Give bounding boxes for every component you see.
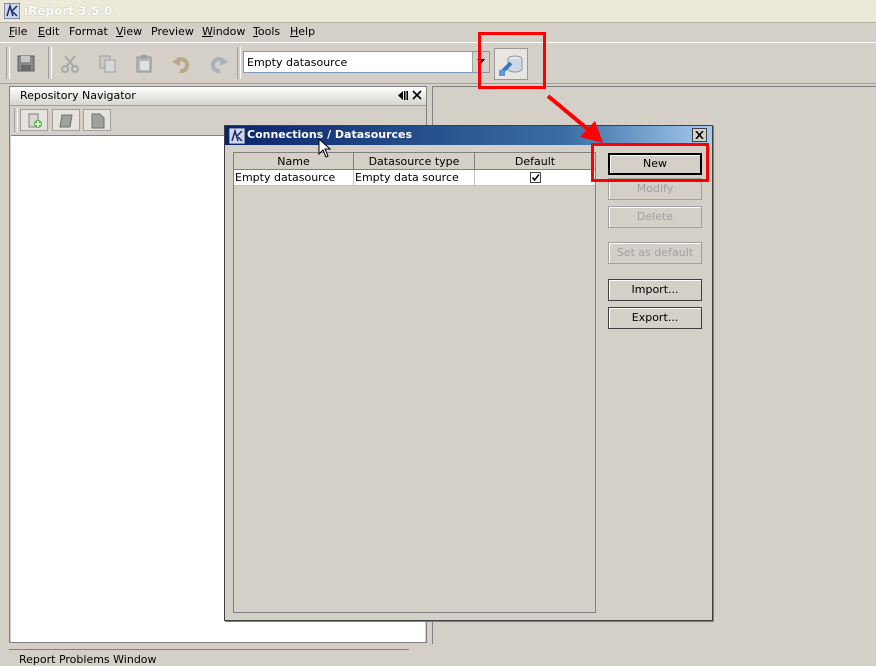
highlight-connections-button — [478, 32, 546, 89]
checkmark-icon — [531, 174, 540, 182]
toolbar-grip — [14, 108, 18, 132]
dialog-close-button[interactable] — [692, 128, 707, 142]
menu-format[interactable]: Format — [69, 25, 108, 38]
minimize-panel-icon[interactable] — [396, 90, 408, 104]
datasource-select-value: Empty datasource — [247, 56, 348, 69]
menu-file[interactable]: File — [9, 25, 27, 38]
redo-button[interactable] — [203, 49, 233, 79]
add-server-icon — [28, 113, 42, 128]
menu-preview[interactable]: Preview — [151, 25, 194, 38]
toolbar-separator — [237, 47, 241, 79]
table-cell-datasource-type[interactable]: Empty data source — [354, 170, 475, 186]
datasource-select[interactable]: Empty datasource — [243, 51, 490, 73]
repository-document-button[interactable] — [83, 109, 111, 131]
ireport-app-icon — [228, 127, 246, 145]
column-header-name[interactable]: Name — [234, 153, 354, 170]
document-icon — [91, 113, 105, 129]
import-button[interactable]: Import... — [608, 279, 702, 301]
repository-navigator-title: Repository Navigator — [20, 89, 136, 102]
report-problems-window-tab[interactable]: Report Problems Window — [9, 649, 409, 666]
add-server-button[interactable] — [20, 109, 48, 131]
cut-icon — [61, 55, 79, 73]
connections-dialog: Connections / Datasources Name Datasourc… — [224, 125, 713, 621]
toolbar-grip — [6, 47, 10, 79]
window-titlebar: iReport 3.5.0 — [0, 0, 876, 23]
menu-view[interactable]: View — [116, 25, 142, 38]
main-toolbar: Empty datasource — [0, 42, 876, 84]
paste-icon — [136, 55, 152, 73]
copy-icon — [99, 55, 116, 73]
menu-window[interactable]: Window — [202, 25, 245, 38]
undo-button[interactable] — [167, 49, 197, 79]
cut-button[interactable] — [55, 49, 85, 79]
close-icon — [695, 131, 704, 139]
repository-folder-button[interactable] — [52, 109, 80, 131]
menu-bar: File Edit Format View Preview Window Too… — [0, 22, 876, 42]
red-arrow-icon — [546, 94, 603, 143]
repository-navigator-header: Repository Navigator — [10, 87, 426, 106]
report-problems-window-title: Report Problems Window — [19, 653, 157, 666]
paste-button[interactable] — [130, 49, 160, 79]
mouse-cursor-icon — [318, 138, 332, 158]
column-header-datasource-type[interactable]: Datasource type — [354, 153, 475, 170]
menu-edit[interactable]: Edit — [38, 25, 59, 38]
menu-help[interactable]: Help — [290, 25, 315, 38]
column-header-default[interactable]: Default — [475, 153, 595, 170]
redo-icon — [210, 57, 228, 74]
table-cell-name[interactable]: Empty datasource — [234, 170, 354, 186]
window-title: iReport 3.5.0 — [24, 4, 113, 18]
toolbar-separator — [48, 47, 52, 79]
set-as-default-button[interactable]: Set as default — [608, 242, 702, 264]
menu-tools[interactable]: Tools — [253, 25, 280, 38]
save-button[interactable] — [12, 49, 42, 79]
default-checkbox[interactable] — [530, 172, 541, 183]
datasource-table: Name Datasource type Default Empty datas… — [233, 152, 596, 613]
delete-button[interactable]: Delete — [608, 206, 702, 228]
highlight-new-button — [591, 143, 709, 182]
undo-icon — [172, 57, 190, 74]
ireport-app-icon — [3, 2, 21, 20]
export-button[interactable]: Export... — [608, 307, 702, 329]
folder-icon — [59, 114, 73, 128]
save-icon — [17, 55, 35, 72]
close-panel-icon[interactable] — [412, 90, 422, 103]
copy-button[interactable] — [93, 49, 123, 79]
